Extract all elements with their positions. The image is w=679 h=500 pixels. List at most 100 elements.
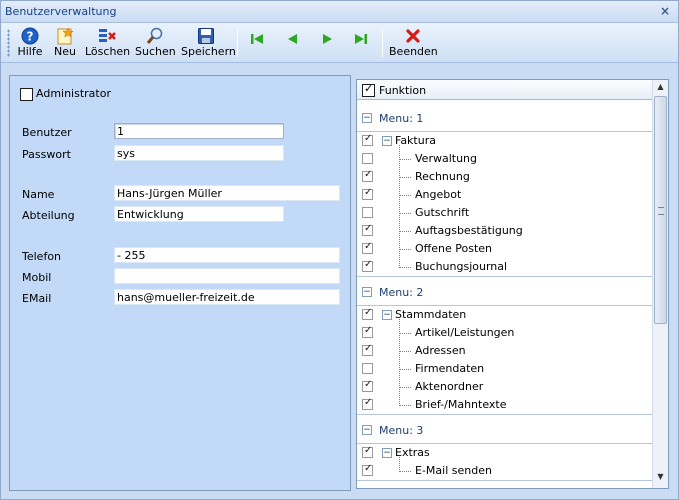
tree-node-item[interactable]: Adressen bbox=[357, 342, 653, 360]
window-title: Benutzerverwaltung bbox=[5, 5, 117, 18]
last-record-icon[interactable] bbox=[353, 31, 369, 47]
collapse-icon[interactable]: − bbox=[382, 310, 392, 320]
tree-node-label: Firmendaten bbox=[415, 362, 485, 375]
tree-node-parent[interactable]: −Extras bbox=[357, 444, 653, 462]
save-button-label: Speichern bbox=[181, 45, 236, 58]
function-checkbox[interactable] bbox=[362, 343, 373, 356]
email-label: EMail bbox=[22, 292, 52, 305]
function-checkbox[interactable] bbox=[362, 363, 373, 374]
scroll-up-icon[interactable]: ▲ bbox=[654, 82, 667, 96]
tree-node-item[interactable]: Verwaltung bbox=[357, 150, 653, 168]
function-header-checkbox[interactable]: ✓ bbox=[362, 82, 375, 97]
function-checkbox[interactable] bbox=[362, 207, 373, 218]
function-checkbox[interactable] bbox=[362, 463, 373, 476]
collapse-icon[interactable]: − bbox=[362, 287, 372, 297]
tree-node-label: E-Mail senden bbox=[415, 464, 492, 477]
tree-node-label: Gutschrift bbox=[415, 206, 470, 219]
new-button[interactable]: Neu bbox=[51, 25, 79, 61]
function-checkbox[interactable] bbox=[362, 169, 373, 182]
collapse-icon[interactable]: − bbox=[382, 136, 392, 146]
tree-node-item[interactable]: Brief-/Mahntexte bbox=[357, 396, 653, 414]
scrollbar-thumb[interactable] bbox=[654, 96, 667, 324]
function-checkbox[interactable] bbox=[362, 379, 373, 392]
function-checkbox[interactable] bbox=[362, 307, 373, 320]
tree-branch-line bbox=[399, 267, 411, 268]
help-button[interactable]: ? Hilfe bbox=[15, 25, 45, 61]
function-checkbox[interactable] bbox=[362, 325, 373, 338]
scroll-down-icon[interactable]: ▼ bbox=[654, 472, 667, 486]
tree-branch-line bbox=[399, 177, 411, 178]
administrator-label: Administrator bbox=[36, 87, 111, 100]
tree-node-label: Auftagsbestätigung bbox=[415, 224, 523, 237]
tree-node-label: Artikel/Leistungen bbox=[415, 326, 515, 339]
collapse-icon[interactable]: − bbox=[362, 425, 372, 435]
menu-group-header[interactable]: − Menu: 1 bbox=[357, 109, 653, 131]
tree-node-item[interactable]: Angebot bbox=[357, 186, 653, 204]
function-checkbox[interactable] bbox=[362, 445, 373, 458]
delete-button-label: Löschen bbox=[85, 45, 131, 58]
function-checkbox[interactable] bbox=[362, 223, 373, 236]
tree-node-label: Aktenordner bbox=[415, 380, 484, 393]
name-field[interactable]: Hans-Jürgen Müller bbox=[114, 185, 340, 201]
tree-node-label: Brief-/Mahntexte bbox=[415, 398, 507, 411]
function-column-header[interactable]: ✓ Funktion bbox=[357, 80, 653, 100]
close-icon bbox=[406, 29, 420, 43]
function-tree-panel: ✓ Funktion −Menu: 1−FakturaVerwaltungRec… bbox=[356, 79, 669, 489]
function-checkbox[interactable] bbox=[362, 133, 373, 146]
tree-node-item[interactable]: Aktenordner bbox=[357, 378, 653, 396]
search-button[interactable]: Suchen bbox=[135, 25, 176, 61]
menu-group-header[interactable]: − Menu: 3 bbox=[357, 421, 653, 443]
new-button-label: Neu bbox=[54, 45, 76, 58]
save-button[interactable]: Speichern bbox=[181, 25, 236, 61]
exit-button[interactable]: Beenden bbox=[389, 25, 438, 61]
window-close-button[interactable]: × bbox=[660, 4, 670, 18]
tree-node-label: Verwaltung bbox=[415, 152, 477, 165]
menu-group-label: Menu: 2 bbox=[379, 286, 424, 299]
function-checkbox[interactable] bbox=[362, 241, 373, 254]
tree-node-item[interactable]: Rechnung bbox=[357, 168, 653, 186]
tree-node-item[interactable]: Firmendaten bbox=[357, 360, 653, 378]
tree-branch-line bbox=[399, 213, 411, 214]
tree-node-label: Offene Posten bbox=[415, 242, 492, 255]
telefon-field[interactable]: - 255 bbox=[114, 247, 340, 263]
function-checkbox[interactable] bbox=[362, 259, 373, 272]
menu-group-header[interactable]: − Menu: 2 bbox=[357, 283, 653, 305]
delete-button[interactable]: Löschen bbox=[85, 25, 131, 61]
name-label: Name bbox=[22, 188, 55, 201]
benutzer-field[interactable]: 1 bbox=[114, 123, 284, 139]
abteilung-field[interactable]: Entwicklung bbox=[114, 206, 284, 222]
passwort-field[interactable]: sys bbox=[114, 145, 284, 161]
tree-branch-line bbox=[399, 159, 411, 160]
tree-node-label: Adressen bbox=[415, 344, 466, 357]
tree-branch-line bbox=[399, 387, 411, 388]
function-checkbox[interactable] bbox=[362, 397, 373, 410]
tree-node-item[interactable]: E-Mail senden bbox=[357, 462, 653, 480]
tree-node-parent[interactable]: −Faktura bbox=[357, 132, 653, 150]
menu-group-items: −Faktura Verwaltung Rechnung Angebot Gutschr… bbox=[357, 131, 653, 277]
tree-node-label: Buchungsjournal bbox=[415, 260, 508, 273]
function-checkbox[interactable] bbox=[362, 153, 373, 164]
administrator-checkbox[interactable] bbox=[20, 88, 33, 101]
next-record-icon[interactable] bbox=[319, 31, 335, 47]
tree-node-label: Faktura bbox=[395, 134, 436, 147]
save-icon bbox=[198, 28, 214, 44]
tree-node-item[interactable]: Auftagsbestätigung bbox=[357, 222, 653, 240]
previous-record-icon[interactable] bbox=[285, 31, 301, 47]
collapse-icon[interactable]: − bbox=[382, 448, 392, 458]
toolbar-grip[interactable] bbox=[7, 29, 10, 57]
toolbar: ? Hilfe Neu Löschen Suchen Speichern Bee… bbox=[1, 23, 678, 63]
collapse-icon[interactable]: − bbox=[362, 113, 372, 123]
function-checkbox[interactable] bbox=[362, 187, 373, 200]
first-record-icon[interactable] bbox=[249, 31, 265, 47]
vertical-scrollbar[interactable]: ▲ ▼ bbox=[652, 80, 668, 488]
email-field[interactable]: hans@mueller-freizeit.de bbox=[114, 289, 340, 305]
tree-node-item[interactable]: Offene Posten bbox=[357, 240, 653, 258]
tree-node-item[interactable]: Gutschrift bbox=[357, 204, 653, 222]
svg-text:?: ? bbox=[27, 30, 34, 44]
mobil-field[interactable] bbox=[114, 268, 340, 284]
tree-node-item[interactable]: Artikel/Leistungen bbox=[357, 324, 653, 342]
tree-node-item[interactable]: Buchungsjournal bbox=[357, 258, 653, 276]
tree-node-parent[interactable]: −Stammdaten bbox=[357, 306, 653, 324]
menu-group-items: −Extras E-Mail senden bbox=[357, 443, 653, 481]
menu-group-label: Menu: 3 bbox=[379, 424, 424, 437]
